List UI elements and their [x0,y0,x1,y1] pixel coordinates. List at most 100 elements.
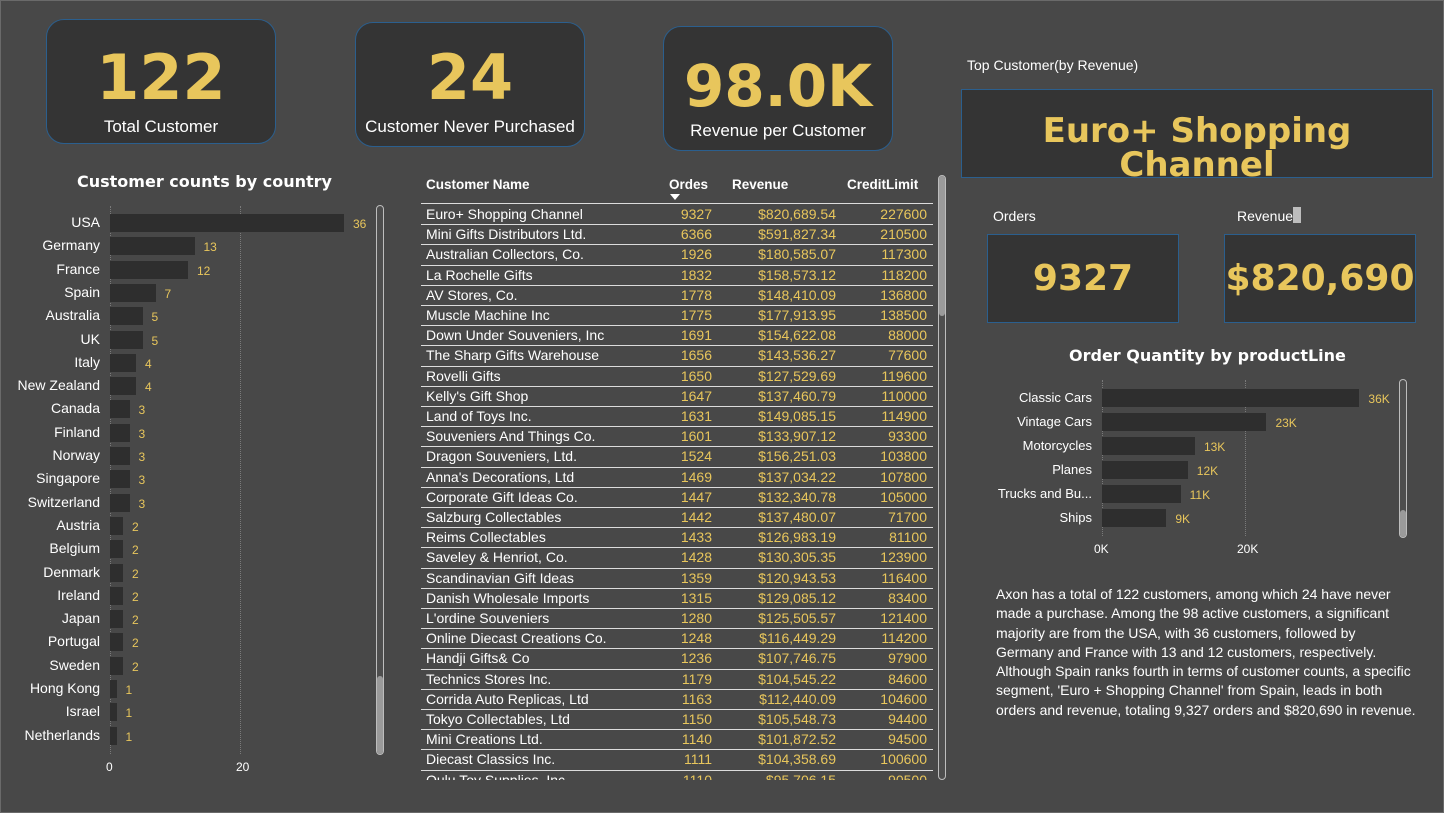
kpi-label: Revenue per Customer [690,121,866,140]
cell-customer-name: Dragon Souveniers, Ltd. [426,448,577,465]
table-row[interactable]: Mini Gifts Distributors Ltd. 6366 $591,827… [421,224,933,246]
country-bar[interactable] [110,400,130,419]
table-row[interactable]: Anna's Decorations, Ltd 1469 $137,034.22 10… [421,467,933,488]
table-row[interactable]: Reims Collectables 1433 $126,983.19 81100 [421,527,933,549]
table-row[interactable]: Tokyo Collectables, Ltd 1150 $105,548.73 94… [421,709,933,731]
country-bar[interactable] [110,353,136,372]
cell-credit-limit: 110000 [881,387,927,404]
table-row[interactable]: Saveley & Henriot, Co. 1428 $130,305.35 123… [421,547,933,569]
kpi-card-total-customer[interactable]: 122 Total Customer [46,19,276,144]
cell-credit-limit: 116400 [881,569,927,586]
country-bar[interactable] [110,493,130,512]
table-row[interactable]: Salzburg Collectables 1442 $137,480.07 7170… [421,507,933,529]
country-bar[interactable] [110,680,117,698]
table-row[interactable]: La Rochelle Gifts 1832 $158,573.12 118200 [421,265,933,286]
cell-revenue: $820,689.54 [758,206,836,222]
country-chart-scrollbar[interactable] [376,205,384,755]
productline-bar[interactable] [1102,413,1267,431]
table-row[interactable]: Online Diecast Creations Co. 1248 $116,449… [421,628,933,650]
top-customer-card[interactable]: Euro+ Shopping Channel [961,89,1433,182]
country-bar[interactable] [110,283,156,302]
productline-bar[interactable] [1102,389,1360,407]
table-row[interactable]: AV Stores, Co. 1778 $148,410.09 136800 [421,285,933,306]
country-bar[interactable] [110,726,117,745]
productline-scrollbar[interactable] [1399,379,1407,538]
column-header-orders[interactable]: Ordes [669,177,708,192]
country-bar[interactable] [110,447,130,465]
country-bar[interactable] [110,377,136,396]
country-label: Netherlands [24,726,101,743]
cell-orders: 1524 [680,448,712,465]
cell-revenue: $132,340.78 [758,488,836,505]
country-bar[interactable] [110,540,123,559]
country-bar[interactable] [110,610,123,629]
revenue-card[interactable]: $820,690 [1224,234,1416,323]
table-row[interactable]: Euro+ Shopping Channel 9327 $820,689.54 227… [421,204,933,226]
cell-revenue: $104,358.69 [758,751,836,768]
column-header-credit-limit[interactable]: CreditLimit [847,177,918,192]
table-row[interactable]: Diecast Classics Inc. 1111 $104,358.69 1006… [421,749,933,771]
country-bar[interactable] [110,470,130,489]
cell-credit-limit: 88000 [888,327,927,344]
country-bar[interactable] [110,516,123,535]
kpi-card-revenue-per-customer[interactable]: 98.0K Revenue per Customer [663,26,893,151]
customer-table[interactable]: Customer Name Ordes Revenue CreditLimit … [421,172,933,780]
table-row[interactable]: Australian Collectors, Co. 1926 $180,585.0… [421,244,933,266]
productline-bar[interactable] [1102,461,1188,479]
cell-revenue: $158,573.12 [758,266,836,283]
country-bar[interactable] [110,214,344,232]
country-bar[interactable] [110,237,195,256]
table-row[interactable]: Kelly's Gift Shop 1647 $137,460.79 110000 [421,386,933,407]
country-label: Switzerland [27,493,100,510]
country-bar[interactable] [110,633,123,652]
table-row[interactable]: L'ordine Souveniers 1280 $125,505.57 121400 [421,608,933,630]
table-row[interactable]: Souveniers And Things Co. 1601 $133,907.12… [421,426,933,448]
table-row[interactable]: Dragon Souveniers, Ltd. 1524 $156,251.03 10… [421,446,933,468]
table-row[interactable]: Muscle Machine Inc 1775 $177,913.95 138500 [421,305,933,327]
scrollbar-thumb[interactable] [939,176,945,316]
cell-customer-name: Euro+ Shopping Channel [426,206,583,222]
country-bar[interactable] [110,423,130,442]
productline-bar[interactable] [1102,437,1195,455]
table-row[interactable]: Corrida Auto Replicas, Ltd 1163 $112,440.0… [421,689,933,710]
country-bar[interactable] [110,586,123,605]
country-bar[interactable] [110,703,117,722]
table-row[interactable]: Scandinavian Gift Ideas 1359 $120,943.53 11… [421,568,933,589]
cell-orders: 1111 [683,751,712,768]
table-row[interactable]: Technics Stores Inc. 1179 $104,545.22 84600 [421,669,933,690]
table-row[interactable]: Handji Gifts& Co 1236 $107,746.75 97900 [421,648,933,670]
cell-orders: 1832 [680,266,712,283]
productline-bar[interactable] [1102,509,1167,527]
kpi-card-never-purchased[interactable]: 24 Customer Never Purchased [355,22,585,147]
table-scrollbar[interactable] [938,175,946,780]
cell-orders: 1775 [680,307,712,323]
table-row[interactable]: Mini Creations Ltd. 1140 $101,872.52 94500 [421,729,933,751]
caret-down-icon[interactable] [670,194,680,200]
column-header-revenue[interactable]: Revenue [732,177,788,192]
cell-credit-limit: 227600 [880,206,927,222]
productline-bar[interactable] [1102,485,1181,503]
orders-card[interactable]: 9327 [987,234,1179,323]
country-bar[interactable] [110,307,143,326]
cell-credit-limit: 138500 [880,307,927,323]
table-row[interactable]: Danish Wholesale Imports 1315 $129,085.12 8… [421,588,933,609]
table-row[interactable]: The Sharp Gifts Warehouse 1656 $143,536.27… [421,345,933,367]
cell-orders: 1179 [681,670,712,687]
country-bar[interactable] [110,656,123,675]
scrollbar-thumb[interactable] [1400,510,1406,537]
cell-customer-name: Mini Creations Ltd. [426,731,543,748]
bar-value-label: 2 [132,543,139,558]
scrollbar-thumb[interactable] [377,676,383,754]
country-label: Japan [61,610,100,627]
productline-label: Vintage Cars [1017,414,1092,429]
top-customer-title: Top Customer(by Revenue) [967,57,1139,73]
column-header-customer-name[interactable]: Customer Name [426,177,530,192]
table-row[interactable]: Oulu Toy Supplies, Inc. 1110 $95,706.15 905… [421,770,933,780]
table-row[interactable]: Down Under Souveniers, Inc 1691 $154,622.0… [421,325,933,347]
table-row[interactable]: Rovelli Gifts 1650 $127,529.69 119600 [421,366,933,387]
country-bar[interactable] [110,563,123,582]
country-bar[interactable] [110,260,188,279]
country-bar[interactable] [110,330,143,349]
table-row[interactable]: Corporate Gift Ideas Co. 1447 $132,340.78 1… [421,487,933,508]
table-row[interactable]: Land of Toys Inc. 1631 $149,085.15 114900 [421,406,933,428]
